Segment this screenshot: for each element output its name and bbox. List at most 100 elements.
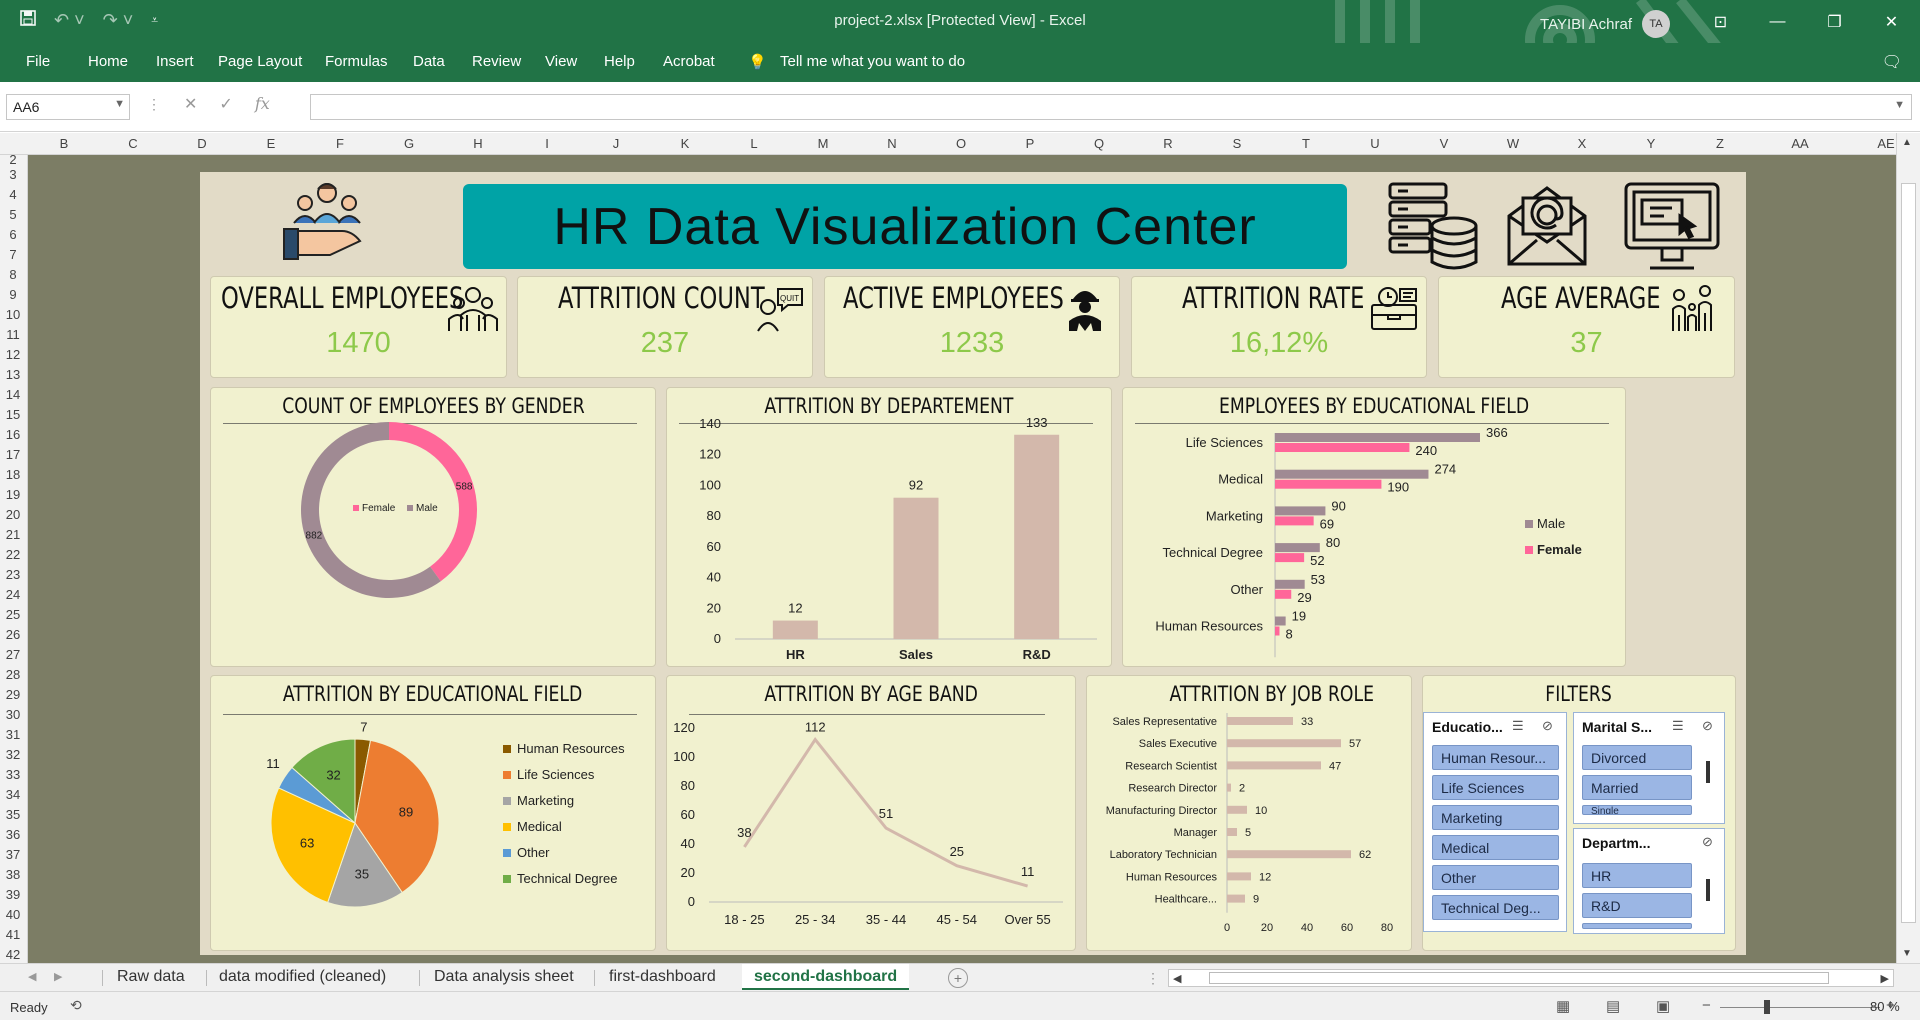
prev-sheet-icon[interactable]: ◀	[28, 970, 36, 983]
column-header[interactable]: X	[1578, 136, 1587, 151]
tab-formulas[interactable]: Formulas	[325, 53, 388, 70]
column-header[interactable]: U	[1370, 136, 1379, 151]
education-field-bar-chart[interactable]: Life Sciences 366 240 Medical 274 190 Marketin…	[1123, 388, 1627, 668]
scroll-down-icon[interactable]: ▼	[1902, 948, 1912, 959]
column-header[interactable]: S	[1233, 136, 1242, 151]
row-header[interactable]: 27	[0, 647, 26, 662]
age-band-line-chart[interactable]: 0 20 40 60 80 100 120 18 - 25 38 25 - 34 112 35 - 4…	[667, 676, 1077, 952]
column-header[interactable]: C	[128, 136, 137, 151]
clear-filter-icon[interactable]: ⊘	[1702, 718, 1713, 734]
row-header[interactable]: 5	[0, 207, 26, 222]
slicer-scrollbar[interactable]	[1706, 761, 1710, 783]
row-header[interactable]: 7	[0, 247, 26, 262]
tab-review[interactable]: Review	[472, 53, 521, 70]
multi-select-icon[interactable]: ☰	[1672, 718, 1684, 734]
slicer-item[interactable]: Marketing	[1432, 805, 1559, 830]
row-header[interactable]: 33	[0, 767, 26, 782]
column-header[interactable]: N	[887, 136, 896, 151]
scroll-thumb[interactable]	[1209, 972, 1829, 984]
tab-file[interactable]: File	[26, 53, 50, 70]
zoom-slider-thumb[interactable]	[1764, 1000, 1770, 1014]
column-header[interactable]: Q	[1094, 136, 1104, 151]
row-header[interactable]: 41	[0, 927, 26, 942]
row-header[interactable]: 3	[0, 167, 26, 182]
clear-filter-icon[interactable]: ⊘	[1702, 834, 1713, 850]
row-header[interactable]: 29	[0, 687, 26, 702]
slicer-item[interactable]: Life Sciences	[1432, 775, 1559, 800]
row-header[interactable]: 21	[0, 527, 26, 542]
row-header[interactable]: 14	[0, 387, 26, 402]
clear-filter-icon[interactable]: ⊘	[1542, 718, 1553, 734]
minimize-icon[interactable]: —	[1749, 0, 1806, 43]
tab-view[interactable]: View	[545, 53, 577, 70]
slicer-item[interactable]	[1582, 923, 1692, 929]
restore-icon[interactable]: ❐	[1806, 0, 1863, 43]
add-sheet-icon[interactable]: +	[948, 968, 968, 988]
column-header[interactable]: W	[1507, 136, 1519, 151]
column-header[interactable]: Z	[1716, 136, 1724, 151]
slicer-item[interactable]: R&D	[1582, 893, 1692, 918]
page-break-view-icon[interactable]: ▣	[1656, 997, 1670, 1015]
row-header[interactable]: 25	[0, 607, 26, 622]
slicer-item[interactable]: Technical Deg...	[1432, 895, 1559, 920]
page-layout-view-icon[interactable]: ▤	[1606, 997, 1620, 1015]
row-header[interactable]: 30	[0, 707, 26, 722]
expand-formula-icon[interactable]: ▼	[1894, 99, 1905, 111]
row-header[interactable]: 12	[0, 347, 26, 362]
column-header[interactable]: G	[404, 136, 414, 151]
row-header[interactable]: 32	[0, 747, 26, 762]
tab-home[interactable]: Home	[88, 53, 128, 70]
sheet-tab[interactable]: first-dashboard	[609, 968, 716, 986]
tab-acrobat[interactable]: Acrobat	[663, 53, 715, 70]
row-header[interactable]: 24	[0, 587, 26, 602]
zoom-slider[interactable]	[1720, 1007, 1880, 1008]
row-header[interactable]: 11	[0, 327, 26, 342]
column-header[interactable]: L	[750, 136, 757, 151]
slicer-scrollbar[interactable]	[1706, 879, 1710, 901]
column-header[interactable]: E	[267, 136, 276, 151]
cancel-icon[interactable]: ✕	[184, 94, 197, 120]
user-account[interactable]: TAYIBI Achraf TA	[1540, 10, 1670, 38]
slicer-item[interactable]: Human Resour...	[1432, 745, 1559, 770]
row-header[interactable]: 42	[0, 947, 26, 962]
row-header[interactable]: 40	[0, 907, 26, 922]
tab-data[interactable]: Data	[413, 53, 445, 70]
ribbon-display-options-icon[interactable]: ⊡	[1692, 0, 1749, 43]
enter-icon[interactable]: ✓	[219, 94, 232, 120]
slicer-item[interactable]: Medical	[1432, 835, 1559, 860]
vertical-scrollbar[interactable]: ▲ ▼	[1896, 133, 1920, 963]
zoom-out-icon[interactable]: −	[1702, 997, 1711, 1014]
row-header[interactable]: 6	[0, 227, 26, 242]
row-header[interactable]: 36	[0, 827, 26, 842]
row-header[interactable]: 17	[0, 447, 26, 462]
row-header[interactable]: 18	[0, 467, 26, 482]
comments-icon[interactable]: 🗨	[1882, 52, 1902, 72]
formula-input[interactable]: ▼	[310, 94, 1912, 120]
row-header[interactable]: 23	[0, 567, 26, 582]
slicer-item[interactable]: Single	[1582, 805, 1692, 815]
department-bar-chart[interactable]: 0 20 40 60 80 100 120 140 12 HR 92 Sales 133 R&D	[667, 388, 1113, 668]
row-header[interactable]: 8	[0, 267, 26, 282]
slicer-item[interactable]: Married	[1582, 775, 1692, 800]
row-header[interactable]: 38	[0, 867, 26, 882]
chevron-down-icon[interactable]: ▼	[114, 98, 125, 110]
scroll-left-icon[interactable]: ◀	[1173, 972, 1181, 985]
attrition-education-pie-chart[interactable]: 7 89 35 63 11 32 Human Resources Life Sciences M…	[211, 676, 657, 952]
column-header[interactable]: O	[956, 136, 966, 151]
row-header[interactable]: 4	[0, 187, 26, 202]
column-header[interactable]: Y	[1647, 136, 1656, 151]
column-header[interactable]: P	[1026, 136, 1035, 151]
row-header[interactable]: 28	[0, 667, 26, 682]
tab-insert[interactable]: Insert	[156, 53, 194, 70]
row-header[interactable]: 39	[0, 887, 26, 902]
scroll-up-icon[interactable]: ▲	[1902, 137, 1912, 148]
column-header[interactable]: F	[336, 136, 344, 151]
gender-donut-chart[interactable]: 588 882 Female Male	[211, 388, 657, 668]
row-header[interactable]: 10	[0, 307, 26, 322]
row-header[interactable]: 20	[0, 507, 26, 522]
accessibility-icon[interactable]: ⟲	[70, 997, 82, 1014]
slicer-item[interactable]: Divorced	[1582, 745, 1692, 770]
row-header[interactable]: 19	[0, 487, 26, 502]
row-header[interactable]: 16	[0, 427, 26, 442]
tell-me-search[interactable]: Tell me what you want to do	[780, 53, 965, 70]
